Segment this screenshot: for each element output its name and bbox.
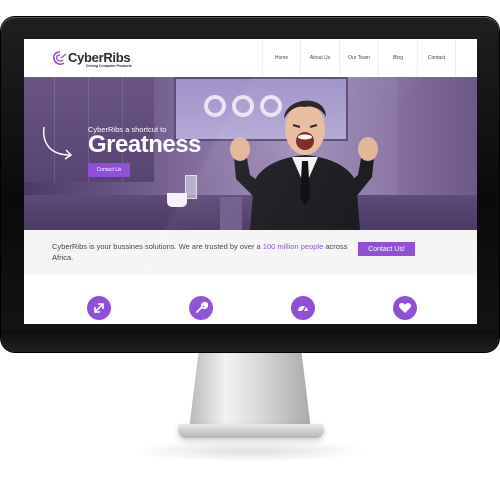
hero-title: Greatness	[88, 131, 201, 158]
nav-item-our-team[interactable]: Our Team	[339, 39, 378, 77]
features-row	[24, 275, 477, 324]
site-header: CyberRibs Driving Computer Products Home…	[24, 39, 477, 78]
info-contact-button[interactable]: Contact Us!	[358, 242, 415, 256]
info-text-main: CyberRibs is your bussines solutions. We…	[52, 242, 263, 251]
monitor-chin	[1, 330, 499, 352]
dashboard-gauge-icon[interactable]	[291, 296, 315, 320]
nav-item-contact[interactable]: Contact	[417, 39, 456, 77]
hero-contact-button[interactable]: Contact Us	[88, 163, 130, 177]
heart-icon[interactable]	[393, 296, 417, 320]
info-text: CyberRibs is your bussines solutions. We…	[52, 241, 352, 263]
nav-item-home[interactable]: Home	[262, 39, 300, 77]
wrench-icon[interactable]	[189, 296, 213, 320]
info-text-highlight[interactable]: 100 million people	[263, 242, 323, 251]
expand-arrows-icon[interactable]	[87, 296, 111, 320]
curved-arrow-icon	[43, 126, 73, 160]
stand-shadow	[130, 440, 370, 462]
monitor-stand-neck	[189, 350, 311, 430]
nav-item-blog[interactable]: Blog	[378, 39, 417, 77]
hero-businessman-image	[220, 100, 378, 230]
nav-item-about-us[interactable]: About Us	[300, 39, 339, 77]
monitor-screen: CyberRibs Driving Computer Products Home…	[24, 39, 477, 324]
site-logo-tagline: Driving Computer Products	[86, 64, 132, 68]
main-nav: Home About Us Our Team Blog Contact	[262, 39, 456, 77]
monitor-stand-base	[178, 424, 324, 438]
hero-coffee-cup	[167, 193, 187, 207]
hero-banner: CyberRibs a shortcut to Greatness Contac…	[24, 77, 477, 230]
site-logo-name[interactable]: CyberRibs	[68, 50, 131, 65]
logo-icon	[52, 51, 67, 66]
